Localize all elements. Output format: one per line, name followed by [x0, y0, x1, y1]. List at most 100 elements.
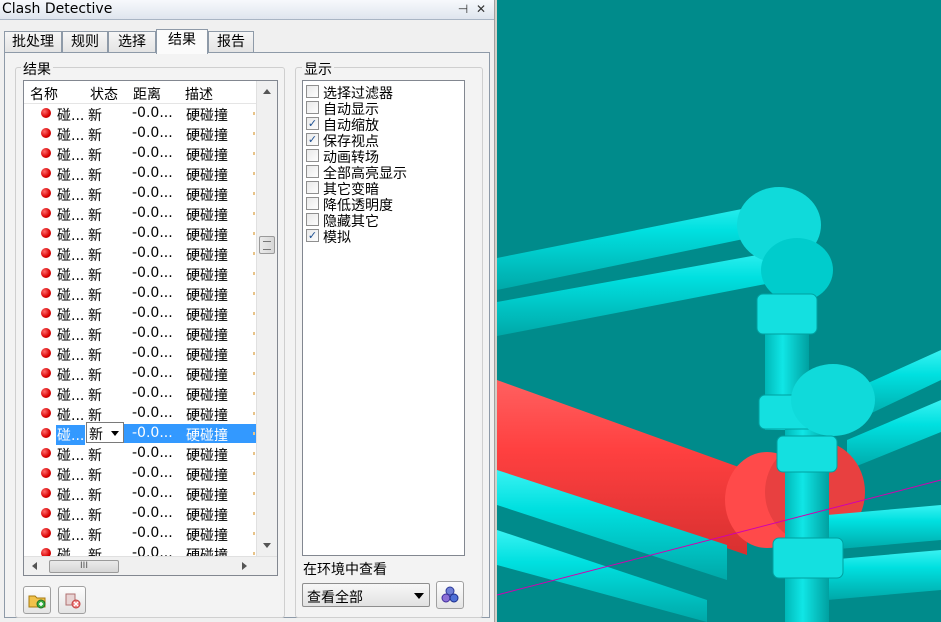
- checkbox[interactable]: [306, 149, 319, 162]
- table-row[interactable]: 碰... 新 -0.0... 硬碰撞: [24, 444, 256, 464]
- table-row[interactable]: 碰... 新 -0.0... 硬碰撞: [24, 224, 256, 244]
- tab-select[interactable]: 选择: [108, 31, 156, 53]
- table-row[interactable]: 碰... 新 -0.0... 硬碰撞: [24, 124, 256, 144]
- table-row[interactable]: 碰... 新 -0.0... 硬碰撞: [24, 484, 256, 504]
- column-header-status[interactable]: 状态: [90, 84, 118, 104]
- results-group-title: 结果: [21, 59, 53, 79]
- column-header-distance[interactable]: 距离: [133, 84, 161, 104]
- table-row[interactable]: 碰... 新 -0.0... 硬碰撞: [24, 504, 256, 524]
- distance-cell: -0.0...: [132, 105, 173, 121]
- distance-cell: -0.0...: [132, 365, 173, 381]
- column-header-name[interactable]: 名称: [30, 84, 58, 104]
- group-selected-button[interactable]: [23, 586, 51, 614]
- results-rows: 碰... 新 -0.0... 硬碰撞 碰... 新 -0.0... 硬碰撞 碰... 新 -0.0.…: [24, 104, 256, 556]
- display-option-label: 模拟: [323, 230, 351, 246]
- description-cell: 硬碰撞: [186, 168, 228, 184]
- coupling-1: [756, 293, 818, 335]
- checkbox[interactable]: [306, 197, 319, 210]
- status-dot-icon: [41, 348, 51, 358]
- tab-batch[interactable]: 批处理: [4, 31, 62, 53]
- status-dot-icon: [41, 228, 51, 238]
- status-dot-icon: [41, 328, 51, 338]
- row-marker: [253, 172, 255, 175]
- vertical-scroll-thumb[interactable]: [259, 236, 275, 254]
- distance-cell: -0.0...: [132, 505, 173, 521]
- close-icon[interactable]: ✕: [474, 2, 488, 16]
- table-row[interactable]: 碰... 新 -0.0... 硬碰撞: [24, 204, 256, 224]
- table-row[interactable]: 碰... 新 -0.0... 硬碰撞: [24, 384, 256, 404]
- scroll-right-icon[interactable]: [242, 562, 247, 570]
- name-cell: 碰...: [57, 208, 85, 224]
- elbow-mid: [761, 238, 833, 302]
- name-cell: 碰...: [57, 128, 85, 144]
- table-row[interactable]: 碰... 新 -0.0... 硬碰撞: [24, 104, 256, 124]
- status-dot-icon: [41, 528, 51, 538]
- distance-cell: -0.0...: [132, 445, 173, 461]
- coupling-3: [776, 435, 838, 473]
- name-cell: 碰...: [57, 388, 85, 404]
- status-dot-icon: [41, 468, 51, 478]
- vertical-scrollbar[interactable]: [256, 81, 277, 556]
- status-cell: 新: [88, 248, 102, 264]
- description-cell: 硬碰撞: [186, 508, 228, 524]
- checkbox[interactable]: [306, 85, 319, 98]
- table-row[interactable]: 碰... 新 -0.0... 硬碰撞: [24, 324, 256, 344]
- checkbox[interactable]: [306, 165, 319, 178]
- tab-results[interactable]: 结果: [156, 29, 208, 54]
- table-row[interactable]: 碰... 新 -0.0... 硬碰撞: [24, 284, 256, 304]
- results-list[interactable]: 名称 状态 距离 描述 碰... 新 -0.0... 硬碰撞 碰... 新 -0.0... 硬…: [23, 80, 278, 576]
- name-cell: 碰...: [56, 425, 86, 445]
- checkbox[interactable]: ✓: [306, 229, 319, 242]
- checkbox[interactable]: [306, 181, 319, 194]
- row-marker: [253, 512, 255, 515]
- name-cell: 碰...: [57, 188, 85, 204]
- table-row[interactable]: 碰... 新 -0.0... 硬碰撞: [24, 184, 256, 204]
- table-row[interactable]: 碰... 新 -0.0... 硬碰撞: [24, 544, 256, 556]
- row-marker: [253, 112, 255, 115]
- distance-cell: -0.0...: [132, 525, 173, 541]
- pin-icon[interactable]: ⊣: [456, 2, 470, 16]
- horizontal-scrollbar[interactable]: III: [24, 556, 277, 575]
- tab-rules[interactable]: 规则: [62, 31, 108, 53]
- checkbox[interactable]: [306, 213, 319, 226]
- scroll-left-icon[interactable]: [32, 562, 37, 570]
- checkbox[interactable]: [306, 101, 319, 114]
- clear-button[interactable]: [58, 586, 86, 614]
- table-row[interactable]: 碰... 新 -0.0... 硬碰撞: [24, 344, 256, 364]
- row-marker: [253, 292, 255, 295]
- status-cell: 新: [88, 348, 102, 364]
- table-row[interactable]: 碰... 新 -0.0... 硬碰撞: [24, 464, 256, 484]
- status-dropdown[interactable]: 新: [86, 422, 124, 443]
- row-marker: [253, 152, 255, 155]
- name-cell: 碰...: [57, 448, 85, 464]
- checkbox[interactable]: ✓: [306, 133, 319, 146]
- table-row[interactable]: 碰... 新 -0.0... 硬碰撞: [24, 244, 256, 264]
- scroll-down-icon[interactable]: [263, 543, 271, 548]
- description-cell: 硬碰撞: [186, 548, 228, 556]
- table-row[interactable]: 碰... 新 -0.0... 硬碰撞: [24, 144, 256, 164]
- table-row[interactable]: 碰... 新 -0.0... 硬碰撞: [24, 404, 256, 424]
- table-row[interactable]: 碰... 新 -0.0... 硬碰撞: [24, 304, 256, 324]
- distance-cell: -0.0...: [132, 285, 173, 301]
- status-cell: 新: [88, 228, 102, 244]
- view-scope-select[interactable]: 查看全部: [302, 583, 430, 607]
- chevron-down-icon: [111, 431, 119, 436]
- table-row[interactable]: 碰... 新 -0.0... 硬碰撞: [24, 524, 256, 544]
- name-cell: 碰...: [57, 528, 85, 544]
- description-cell: 硬碰撞: [186, 488, 228, 504]
- distance-cell: -0.0...: [132, 485, 173, 501]
- row-marker: [253, 332, 255, 335]
- table-row[interactable]: 碰... 新 -0.0... 硬碰撞: [24, 264, 256, 284]
- table-row[interactable]: 碰... 新 -0.0... 硬碰撞: [24, 164, 256, 184]
- table-row[interactable]: 碰... 新 -0.0... 硬碰撞: [24, 364, 256, 384]
- horizontal-scroll-thumb[interactable]: III: [49, 560, 119, 573]
- status-dot-icon: [41, 148, 51, 158]
- status-dot-icon: [41, 188, 51, 198]
- checkbox[interactable]: ✓: [306, 117, 319, 130]
- column-header-description[interactable]: 描述: [185, 84, 213, 104]
- table-row[interactable]: 碰... 新 -0.0... 硬碰撞: [24, 422, 256, 445]
- 3d-viewport[interactable]: [497, 0, 941, 622]
- scroll-up-icon[interactable]: [263, 89, 271, 94]
- tab-report[interactable]: 报告: [208, 31, 254, 53]
- view-objects-button[interactable]: [436, 581, 464, 609]
